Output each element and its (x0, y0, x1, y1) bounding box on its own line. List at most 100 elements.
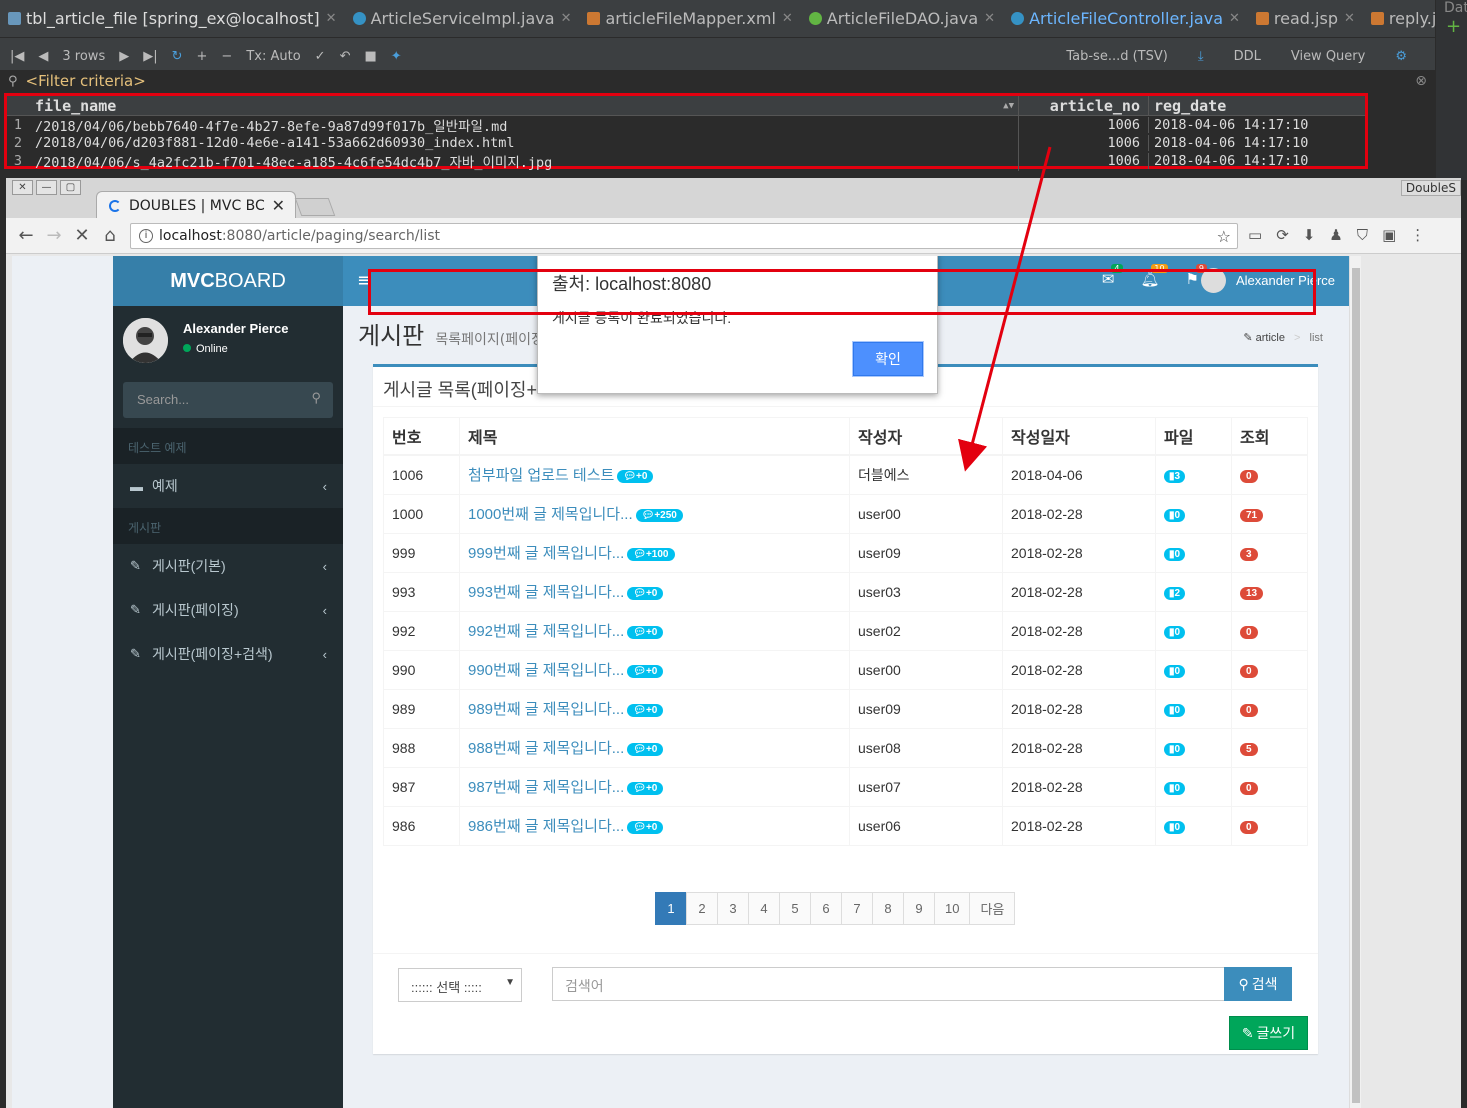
table-row[interactable]: 993 993번째 글 제목입니다... 💬︎+0 user03 2018-02-28 ▮… (383, 571, 1308, 612)
grid-row[interactable]: 2 /2018/04/06/d203f881-12d0-4e6e-a141-53… (7, 134, 1365, 152)
close-icon[interactable]: ✕ (561, 11, 572, 26)
first-page-icon[interactable]: |◀ (10, 49, 24, 64)
page-button[interactable]: 7 (841, 892, 873, 925)
sidebar-item-board-search[interactable]: ✎ 게시판(페이징+검색) ‹ (113, 632, 343, 676)
grid-row[interactable]: 1 /2018/04/06/bebb7640-4f7e-4b27-8efe-9a… (7, 115, 1365, 135)
menu-dots-icon[interactable]: ⋮ (1410, 226, 1425, 244)
column-article-no[interactable]: article_no (1019, 96, 1149, 115)
close-window-icon[interactable]: ✕ (12, 180, 33, 195)
column-file-name[interactable]: file_name ▲▼ (29, 96, 1019, 115)
article-title-link[interactable]: 986번째 글 제목입니다... (468, 818, 624, 835)
sidebar-item-board-paging[interactable]: ✎ 게시판(페이징) ‹ (113, 588, 343, 632)
sync-extension-icon[interactable]: ⟳ (1276, 226, 1289, 244)
grid-row[interactable]: 3 /2018/04/06/s_4a2fc21b-f701-48ec-a185-… (7, 151, 1365, 171)
info-icon[interactable]: i (139, 229, 153, 243)
last-page-icon[interactable]: ▶| (143, 49, 157, 64)
scrollbar-thumb[interactable] (1352, 268, 1360, 1103)
ddl-button[interactable]: DDL (1234, 49, 1261, 64)
forward-icon[interactable]: → (40, 225, 68, 246)
article-title-link[interactable]: 989번째 글 제목입니다... (468, 701, 624, 718)
add-icon[interactable]: + (1436, 16, 1467, 37)
sidebar-item-example[interactable]: ▬ 예제 ‹ (113, 464, 343, 508)
clear-filter-icon[interactable]: ⊗ (1415, 73, 1427, 89)
page-button[interactable]: 9 (903, 892, 935, 925)
stop-loading-icon[interactable]: ✕ (68, 225, 96, 246)
table-row[interactable]: 988 988번째 글 제목입니다... 💬︎+0 user08 2018-02-28 ▮… (383, 727, 1308, 768)
search-button[interactable]: ⚲ 검색 (1224, 967, 1292, 1001)
close-icon[interactable]: ✕ (1229, 11, 1240, 26)
sidebar-item-board-basic[interactable]: ✎ 게시판(기본) ‹ (113, 544, 343, 588)
ide-tab-readjsp[interactable]: read.jsp ✕ (1248, 0, 1363, 37)
page-button[interactable]: 2 (686, 892, 718, 925)
page-scrollbar[interactable] (1349, 256, 1361, 1108)
next-page-icon[interactable]: ▶ (119, 49, 129, 64)
ide-tab-serviceimpl[interactable]: ArticleServiceImpl.java ✕ (345, 0, 580, 37)
ext-gray-icon[interactable]: ▣ (1382, 226, 1396, 244)
article-title-link[interactable]: 988번째 글 제목입니다... (468, 740, 624, 757)
column-reg-date[interactable]: reg_date (1149, 96, 1345, 115)
keyword-input[interactable]: 검색어 (552, 967, 1225, 1001)
page-button[interactable]: 3 (717, 892, 749, 925)
next-page-button[interactable]: 다음 (969, 892, 1016, 925)
close-icon[interactable]: ✕ (984, 11, 995, 26)
sidebar-search-input[interactable]: Search... ⚲ (123, 382, 333, 418)
commit-icon[interactable]: ✓ (315, 49, 326, 64)
close-tab-icon[interactable]: ✕ (272, 196, 285, 215)
cast-icon[interactable]: ▭ (1248, 226, 1262, 244)
url-input[interactable]: i localhost:8080/article/paging/search/l… (130, 223, 1238, 249)
view-query-button[interactable]: View Query (1291, 49, 1366, 64)
ide-tab-mapper[interactable]: articleFileMapper.xml ✕ (579, 0, 800, 37)
page-button[interactable]: 8 (872, 892, 904, 925)
download-icon[interactable]: ⤓ (1198, 49, 1204, 64)
article-title-link[interactable]: 993번째 글 제목입니다... (468, 584, 624, 601)
article-title-link[interactable]: 987번째 글 제목입니다... (468, 779, 624, 796)
table-row[interactable]: 990 990번째 글 제목입니다... 💬︎+0 user00 2018-02-28 ▮… (383, 649, 1308, 690)
tx-mode-dropdown[interactable]: Tx: Auto (246, 49, 300, 64)
page-button[interactable]: 5 (779, 892, 811, 925)
ide-tab-dao[interactable]: ArticleFileDAO.java ✕ (801, 0, 1003, 37)
prev-page-icon[interactable]: ◀ (38, 49, 48, 64)
page-button[interactable]: 10 (934, 892, 971, 925)
close-icon[interactable]: ✕ (782, 11, 793, 26)
page-button[interactable]: 6 (810, 892, 842, 925)
article-title-link[interactable]: 992번째 글 제목입니다... (468, 623, 624, 640)
close-icon[interactable]: ✕ (326, 11, 337, 26)
filter-input[interactable]: <Filter criteria> (26, 72, 146, 90)
ide-tab-table[interactable]: tbl_article_file [spring_ex@localhost] ✕ (0, 0, 345, 37)
close-icon[interactable]: ✕ (1344, 11, 1355, 26)
stop-icon[interactable]: ■ (364, 49, 376, 64)
profile-badge[interactable]: DoubleS (1400, 180, 1461, 196)
page-button[interactable]: 4 (748, 892, 780, 925)
refresh-icon[interactable]: ↻ (172, 49, 183, 64)
page-button[interactable]: 1 (655, 892, 687, 925)
home-icon[interactable]: ⌂ (96, 225, 124, 246)
table-row[interactable]: 999 999번째 글 제목입니다... 💬︎+100 user09 2018-02-2… (383, 532, 1308, 573)
extension-icon[interactable]: ♟ (1329, 226, 1342, 244)
search-type-select[interactable]: :::::: 선택 ::::: ▼ (398, 968, 522, 1002)
article-title-link[interactable]: 1000번째 글 제목입니다... (468, 506, 633, 523)
remove-row-icon[interactable]: − (221, 49, 232, 64)
bookmark-star-icon[interactable]: ☆ (1217, 227, 1231, 246)
table-row[interactable]: 987 987번째 글 제목입니다... 💬︎+0 user07 2018-02-28 ▮… (383, 766, 1308, 807)
maximize-window-icon[interactable]: ▢ (60, 180, 81, 195)
article-title-link[interactable]: 990번째 글 제목입니다... (468, 662, 624, 679)
ide-tab-controller[interactable]: ArticleFileController.java ✕ (1003, 0, 1248, 37)
breadcrumb-article[interactable]: article (1256, 332, 1285, 344)
browser-tab[interactable]: DOUBLES | MVC BC ✕ (96, 191, 296, 219)
search-icon[interactable]: ⚲ (311, 390, 321, 406)
settings-icon[interactable]: ⚙ (1395, 49, 1407, 64)
app-logo[interactable]: MVCBOARD (113, 256, 343, 306)
table-row[interactable]: 989 989번째 글 제목입니다... 💬︎+0 user09 2018-02-28 ▮… (383, 688, 1308, 729)
export-format-dropdown[interactable]: Tab-se...d (TSV) (1066, 49, 1167, 64)
sort-icon[interactable]: ▲▼ (1003, 101, 1014, 111)
back-icon[interactable]: ← (12, 225, 40, 246)
rollback-icon[interactable]: ↶ (340, 49, 351, 64)
alert-ok-button[interactable]: 확인 (853, 342, 923, 376)
pin-icon[interactable]: ✦ (391, 49, 402, 64)
table-row[interactable]: 986 986번째 글 제목입니다... 💬︎+0 user06 2018-02-28 ▮… (383, 805, 1308, 846)
write-button[interactable]: ✎ 글쓰기 (1229, 1016, 1308, 1050)
article-title-link[interactable]: 첨부파일 업로드 테스트 (468, 467, 614, 484)
table-row[interactable]: 992 992번째 글 제목입니다... 💬︎+0 user02 2018-02-28 ▮… (383, 610, 1308, 651)
add-row-icon[interactable]: + (197, 49, 208, 64)
table-row[interactable]: 1006 첨부파일 업로드 테스트 💬︎+0 더블에스 2018-04-06 ▮3 0 (383, 454, 1308, 495)
